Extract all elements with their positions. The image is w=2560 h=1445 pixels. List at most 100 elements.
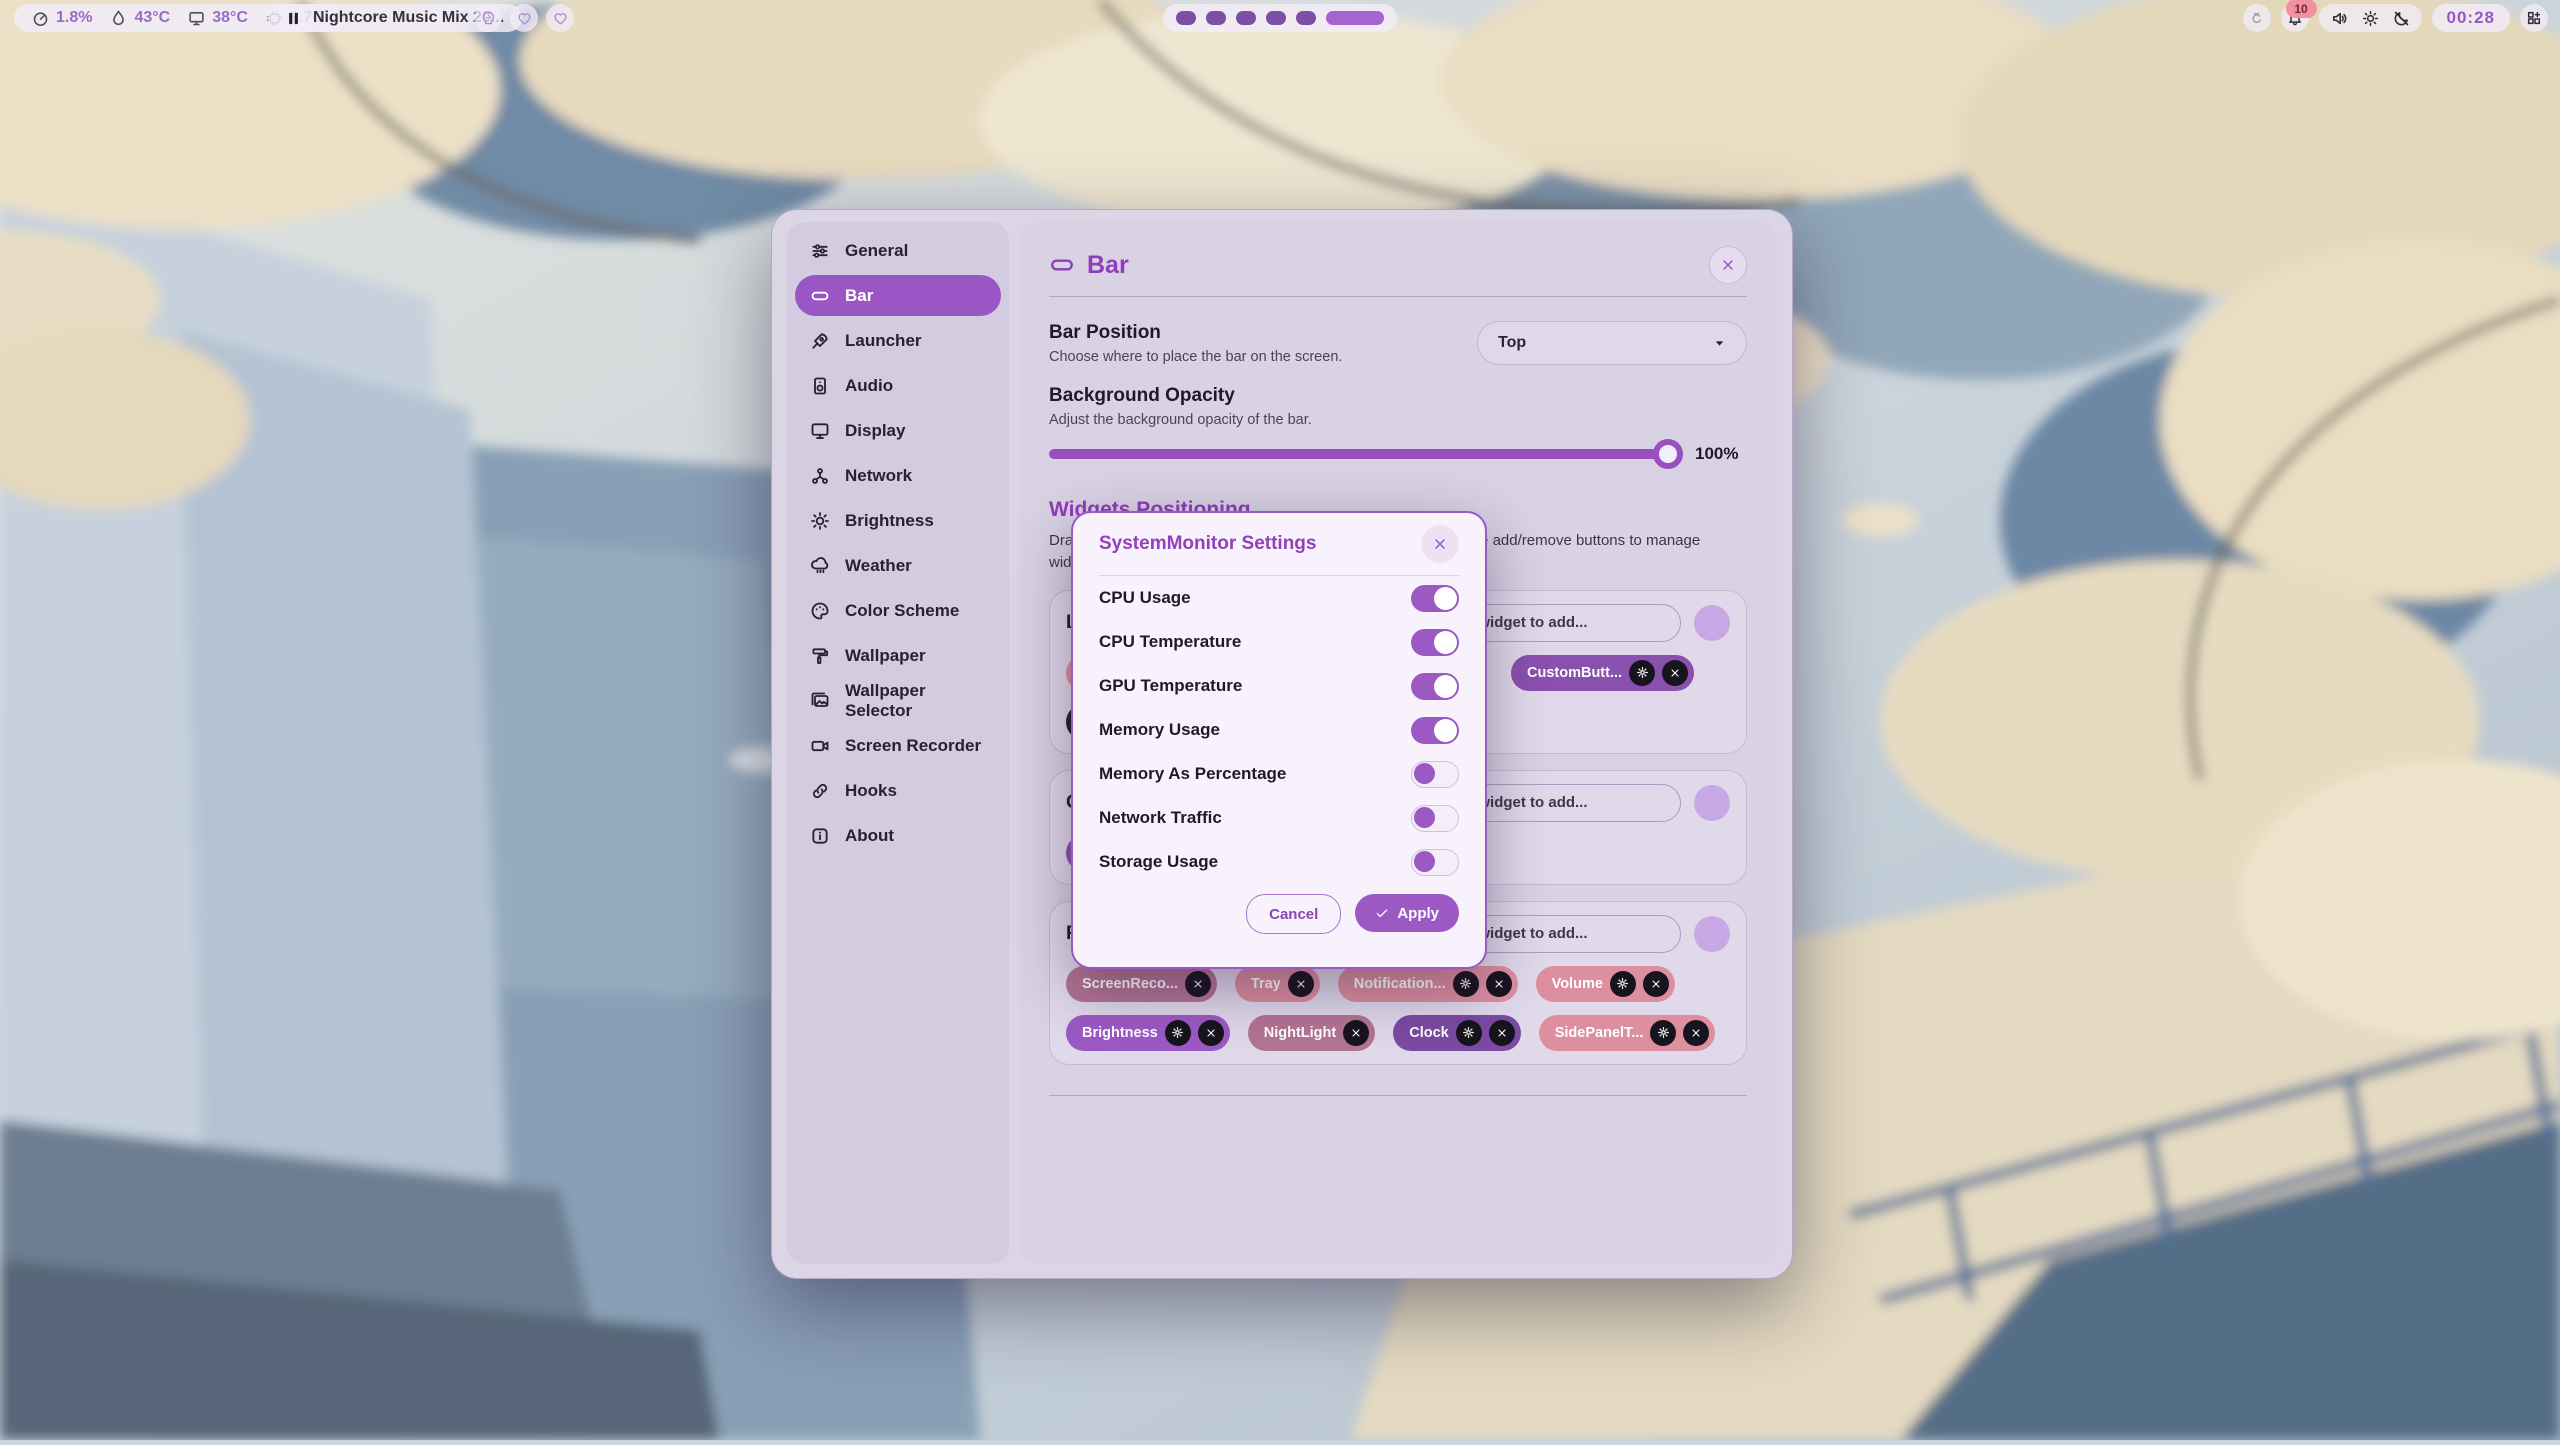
background-opacity-description: Adjust the background opacity of the bar… [1049, 412, 1312, 428]
widget-chip-label: Volume [1552, 976, 1603, 992]
sidebar-item-launcher[interactable]: Launcher [795, 320, 1001, 361]
widget-remove-button[interactable] [1662, 660, 1688, 686]
toggle-switch[interactable] [1411, 585, 1459, 612]
sidebar-item-general[interactable]: General [795, 230, 1001, 271]
widget-remove-button[interactable] [1683, 1020, 1709, 1046]
heart-button-2[interactable] [546, 4, 574, 32]
toggle-row-memory-as-percentage: Memory As Percentage [1099, 752, 1459, 796]
bar-position-label: Bar Position [1049, 322, 1342, 344]
toggle-switch[interactable] [1411, 673, 1459, 700]
notifications-button[interactable]: 10 [2281, 4, 2309, 32]
sidebar-item-label: Launcher [845, 331, 922, 351]
widget-chip[interactable]: Tray [1235, 966, 1320, 1002]
widget-settings-button[interactable] [1629, 660, 1655, 686]
widget-chip[interactable]: Clock [1393, 1015, 1521, 1051]
widget-chip-label: Tray [1251, 976, 1281, 992]
sidebar-item-audio[interactable]: Audio [795, 365, 1001, 406]
toggle-label: CPU Temperature [1099, 632, 1241, 652]
sidebar-item-display[interactable]: Display [795, 410, 1001, 451]
widget-settings-button[interactable] [1453, 971, 1479, 997]
toggle-switch[interactable] [1411, 717, 1459, 744]
toggle-switch[interactable] [1411, 761, 1459, 788]
volume-icon[interactable] [2331, 10, 2348, 27]
add-widget-button[interactable] [1694, 605, 1730, 641]
sidebar-item-wallpaper[interactable]: Wallpaper [795, 635, 1001, 676]
widget-chip[interactable]: SidePanelT... [1539, 1015, 1716, 1051]
tray-app-button[interactable] [2243, 4, 2271, 32]
pause-icon [286, 11, 301, 26]
widget-remove-button[interactable] [1486, 971, 1512, 997]
bar-pill-icon [810, 286, 830, 306]
widget-chip-label: Notification... [1354, 976, 1446, 992]
heart-icon [517, 11, 532, 26]
toggle-label: Storage Usage [1099, 852, 1218, 872]
toggle-knob [1434, 675, 1457, 698]
stat-item: 1.8% [32, 9, 92, 27]
widget-remove-button[interactable] [1643, 971, 1669, 997]
bar-position-dropdown[interactable]: Top [1477, 321, 1747, 365]
sidebar-item-label: Screen Recorder [845, 736, 981, 756]
sidebar-item-color-scheme[interactable]: Color Scheme [795, 590, 1001, 631]
workspace-dot-4[interactable] [1266, 11, 1286, 25]
workspace-switcher[interactable] [1163, 4, 1397, 32]
widget-settings-button[interactable] [1456, 1020, 1482, 1046]
dialog-close-button[interactable] [1421, 525, 1459, 563]
sidebar-item-screen-recorder[interactable]: Screen Recorder [795, 725, 1001, 766]
widget-chip[interactable]: Brightness [1066, 1015, 1230, 1051]
workspace-dot-2[interactable] [1206, 11, 1226, 25]
widget-chip[interactable]: Volume [1536, 966, 1675, 1002]
sidebar-item-about[interactable]: About [795, 815, 1001, 856]
widget-remove-button[interactable] [1198, 1020, 1224, 1046]
stat-item: 38°C [188, 9, 248, 27]
workspace-dot-6[interactable] [1326, 11, 1384, 25]
toggle-switch[interactable] [1411, 629, 1459, 656]
add-widget-button[interactable] [1694, 785, 1730, 821]
sidebar-item-label: Bar [845, 286, 873, 306]
widget-remove-button[interactable] [1489, 1020, 1515, 1046]
toggle-knob [1414, 851, 1435, 872]
apply-button[interactable]: Apply [1355, 894, 1459, 932]
sidebar-item-label: Wallpaper [845, 646, 926, 666]
settings-sidebar: General Bar Launcher Audio Display Netwo… [787, 222, 1009, 1264]
widget-settings-button[interactable] [1165, 1020, 1191, 1046]
workspace-dot-1[interactable] [1176, 11, 1196, 25]
cancel-button[interactable]: Cancel [1246, 894, 1341, 934]
clock[interactable]: 00:28 [2432, 4, 2510, 32]
widget-settings-button[interactable] [1610, 971, 1636, 997]
widget-settings-button[interactable] [1650, 1020, 1676, 1046]
workspace-dot-5[interactable] [1296, 11, 1316, 25]
toggle-label: Memory As Percentage [1099, 764, 1286, 784]
sidebar-item-brightness[interactable]: Brightness [795, 500, 1001, 541]
sidebar-item-wallpaper-selector[interactable]: Wallpaper Selector [795, 680, 1001, 721]
heart-button-1[interactable] [510, 4, 538, 32]
widget-chip[interactable]: ScreenReco... [1066, 966, 1217, 1002]
toggle-switch[interactable] [1411, 805, 1459, 832]
opacity-slider[interactable] [1049, 449, 1679, 459]
widget-chip[interactable]: NightLight [1248, 1015, 1375, 1051]
speaker-box-icon [810, 376, 830, 396]
dialog-toggle-list: CPU Usage CPU Temperature GPU Temperatur… [1099, 576, 1459, 884]
skull-button[interactable] [474, 4, 502, 32]
workspace-dot-3[interactable] [1236, 11, 1256, 25]
widget-remove-button[interactable] [1288, 971, 1314, 997]
night-light-off-icon[interactable] [2393, 10, 2410, 27]
add-widget-button[interactable] [1694, 916, 1730, 952]
sidebar-item-hooks[interactable]: Hooks [795, 770, 1001, 811]
stat-value: 43°C [134, 9, 170, 27]
widget-chip[interactable]: CustomButt... [1511, 655, 1694, 691]
widget-chip[interactable]: Notification... [1338, 966, 1518, 1002]
brightness-icon[interactable] [2362, 10, 2379, 27]
sidebar-item-label: Network [845, 466, 912, 486]
window-close-button[interactable] [1709, 246, 1747, 284]
sidebar-item-bar[interactable]: Bar [795, 275, 1001, 316]
sidebar-item-weather[interactable]: Weather [795, 545, 1001, 586]
header-divider [1049, 296, 1747, 297]
opacity-slider-knob[interactable] [1653, 439, 1683, 469]
toggle-label: Network Traffic [1099, 808, 1222, 828]
widget-remove-button[interactable] [1185, 971, 1211, 997]
apps-overview-button[interactable] [2520, 4, 2548, 32]
sidebar-item-network[interactable]: Network [795, 455, 1001, 496]
toggle-switch[interactable] [1411, 849, 1459, 876]
toggle-knob [1414, 807, 1435, 828]
widget-remove-button[interactable] [1343, 1020, 1369, 1046]
